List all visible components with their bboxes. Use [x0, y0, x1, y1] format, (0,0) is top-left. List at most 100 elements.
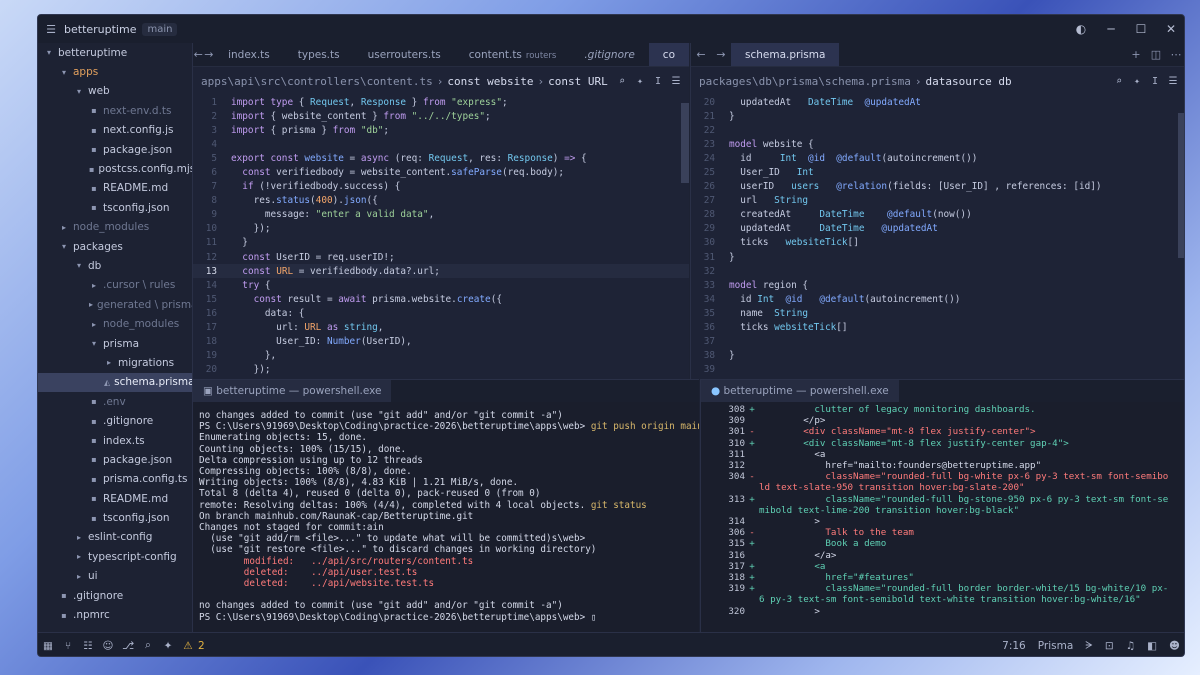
- code-line[interactable]: 1 import type { Request, Response } from …: [193, 95, 689, 109]
- sidebar-item[interactable]: ▾ db: [38, 256, 192, 275]
- code-line[interactable]: 38}: [691, 349, 1184, 363]
- code-line[interactable]: 34 id Int @id @default(autoincrement()): [691, 292, 1184, 306]
- code-line[interactable]: 31}: [691, 250, 1184, 264]
- code-line[interactable]: 32: [691, 264, 1184, 278]
- code-line[interactable]: 35 name String: [691, 306, 1184, 320]
- split-icon[interactable]: ◫: [1146, 48, 1166, 61]
- project-name[interactable]: betteruptime: [64, 23, 136, 36]
- sidebar-item[interactable]: ▸ generated \ prisma: [38, 295, 192, 314]
- plus-icon[interactable]: +: [1126, 48, 1146, 61]
- maximize-icon[interactable]: ☐: [1126, 22, 1156, 36]
- editor-tab[interactable]: userrouters.ts: [354, 43, 455, 66]
- person-icon[interactable]: ☻: [1163, 640, 1184, 652]
- terminal-icon[interactable]: ⊡: [1099, 640, 1120, 652]
- search-icon[interactable]: ⌕: [613, 76, 631, 87]
- editor-tab[interactable]: .gitignore: [570, 43, 648, 66]
- editor-tab[interactable]: schema.prisma: [731, 43, 840, 66]
- sidebar-item[interactable]: ▸ ui: [38, 567, 192, 586]
- sidebar-item[interactable]: ▾ prisma: [38, 334, 192, 353]
- code-line[interactable]: 4: [193, 137, 689, 151]
- code-line[interactable]: 23 model website {: [691, 137, 1184, 151]
- code-line[interactable]: 36 ticks websiteTick[]: [691, 321, 1184, 335]
- breadcrumb-symbol[interactable]: datasource db: [926, 75, 1012, 88]
- scrollbar[interactable]: [681, 103, 689, 183]
- panels-icon[interactable]: ▦: [38, 640, 58, 652]
- terminal-tab[interactable]: ● betteruptime — powershell.exe: [701, 380, 899, 402]
- vim-icon[interactable]: ᗒ: [1079, 640, 1099, 653]
- editor-tab[interactable]: content.ts routers: [455, 43, 571, 66]
- minimize-icon[interactable]: ─: [1096, 22, 1126, 36]
- sidebar-item[interactable]: ▸ typescript-config: [38, 547, 192, 566]
- hamburger-icon[interactable]: ☰: [38, 23, 64, 36]
- code-area-right[interactable]: 20 updatedAt DateTime @updatedAt 21} 22 23 m…: [691, 95, 1184, 379]
- sidebar-item[interactable]: ▪ .gitignore: [38, 411, 192, 430]
- code-line[interactable]: 6 const verifiedbody = website_content.s…: [193, 165, 689, 179]
- cursor-position[interactable]: 7:16: [996, 640, 1032, 652]
- git-icon[interactable]: ⎇: [118, 640, 138, 652]
- warning-icon[interactable]: ⚠: [178, 640, 198, 652]
- forward-arrow-icon[interactable]: →: [204, 48, 215, 61]
- sidebar-item[interactable]: ▪ .npmrc: [38, 605, 192, 624]
- back-arrow-icon[interactable]: ←: [193, 48, 204, 61]
- language-mode[interactable]: Prisma: [1032, 640, 1080, 652]
- sidebar-item[interactable]: ▪ .gitignore: [38, 586, 192, 605]
- code-line[interactable]: 24 id Int @id @default(autoincrement()): [691, 151, 1184, 165]
- cursor-icon[interactable]: I: [649, 76, 667, 87]
- code-line[interactable]: 33 model region {: [691, 278, 1184, 292]
- sidebar-item[interactable]: ▸ eslint-config: [38, 528, 192, 547]
- sidebar-item[interactable]: ▪ prisma.config.ts: [38, 470, 192, 489]
- search-icon[interactable]: ⌕: [1110, 76, 1128, 87]
- bell-icon[interactable]: ♫: [1120, 640, 1141, 652]
- sidebar-item[interactable]: ▾ betteruptime: [38, 43, 192, 62]
- scrollbar[interactable]: [1178, 113, 1184, 258]
- sidebar-item[interactable]: ▪ next.config.js: [38, 121, 192, 140]
- terminal-tab[interactable]: ▣ betteruptime — powershell.exe: [193, 380, 392, 402]
- terminal-output[interactable]: no changes added to commit (use "git add…: [193, 402, 699, 631]
- forward-arrow-icon[interactable]: →: [711, 48, 731, 61]
- code-line[interactable]: 2 import { website_content } from "../../…: [193, 109, 689, 123]
- code-line[interactable]: 30 ticks websiteTick[]: [691, 236, 1184, 250]
- sidebar-item[interactable]: ▪ tsconfig.json: [38, 508, 192, 527]
- code-line[interactable]: 12 const UserID = req.userID!;: [193, 250, 689, 264]
- cursor-icon[interactable]: I: [1146, 76, 1164, 87]
- sidebar-item[interactable]: ▸ migrations: [38, 353, 192, 372]
- feedback-icon[interactable]: ◧: [1141, 640, 1163, 652]
- sidebar-item[interactable]: ▪ package.json: [38, 450, 192, 469]
- sidebar-item[interactable]: ▸ node_modules: [38, 314, 192, 333]
- sidebar-item[interactable]: ▪ postcss.config.mjs: [38, 159, 192, 178]
- code-line[interactable]: 18 User_ID: Number(UserID),: [193, 335, 689, 349]
- search-icon[interactable]: ⌕: [138, 639, 158, 652]
- sidebar-item[interactable]: ▪ package.json: [38, 140, 192, 159]
- code-line[interactable]: 19 },: [193, 349, 689, 363]
- branch-icon[interactable]: ⑂: [58, 640, 78, 652]
- code-line[interactable]: 11 }: [193, 236, 689, 250]
- code-line[interactable]: 21}: [691, 109, 1184, 123]
- code-line[interactable]: 10 });: [193, 222, 689, 236]
- code-line[interactable]: 13 const URL = verifiedbody.data?.url;: [193, 264, 689, 279]
- sidebar-item[interactable]: ▾ web: [38, 82, 192, 101]
- code-line[interactable]: 22: [691, 123, 1184, 137]
- branch-badge[interactable]: main: [142, 22, 178, 36]
- editor-tab[interactable]: co: [648, 43, 689, 66]
- editor-tab[interactable]: index.ts: [214, 43, 284, 66]
- more-icon[interactable]: ⋯: [1166, 48, 1184, 61]
- code-line[interactable]: 27 url String: [691, 194, 1184, 208]
- back-arrow-icon[interactable]: ←: [691, 48, 711, 61]
- terminal-diff-output[interactable]: 308 + clutter of legacy monitoring dashbo…: [701, 402, 1184, 619]
- editor-tab[interactable]: types.ts: [284, 43, 354, 66]
- sidebar-item[interactable]: ▪ tsconfig.json: [38, 198, 192, 217]
- sidebar-item[interactable]: ▸ node_modules: [38, 218, 192, 237]
- code-line[interactable]: 26 userID users @relation(fields: [User_…: [691, 180, 1184, 194]
- code-line[interactable]: 37: [691, 335, 1184, 349]
- sidebar-item[interactable]: ▾ apps: [38, 62, 192, 81]
- code-area-left[interactable]: 1 import type { Request, Response } from …: [193, 95, 689, 379]
- sidebar-item[interactable]: ▪ README.md: [38, 489, 192, 508]
- sidebar-item[interactable]: ▸ .cursor \ rules: [38, 276, 192, 295]
- warning-count[interactable]: 2: [198, 640, 205, 652]
- sidebar-item[interactable]: ▪ index.ts: [38, 431, 192, 450]
- settings-sliders-icon[interactable]: ☰: [1164, 76, 1182, 87]
- sparkle-icon[interactable]: ✦: [1128, 76, 1146, 87]
- code-line[interactable]: 8 res.status(400).json({: [193, 194, 689, 208]
- breadcrumb-path[interactable]: packages\db\prisma\schema.prisma: [699, 75, 911, 88]
- sidebar-item[interactable]: ▪ .env: [38, 392, 192, 411]
